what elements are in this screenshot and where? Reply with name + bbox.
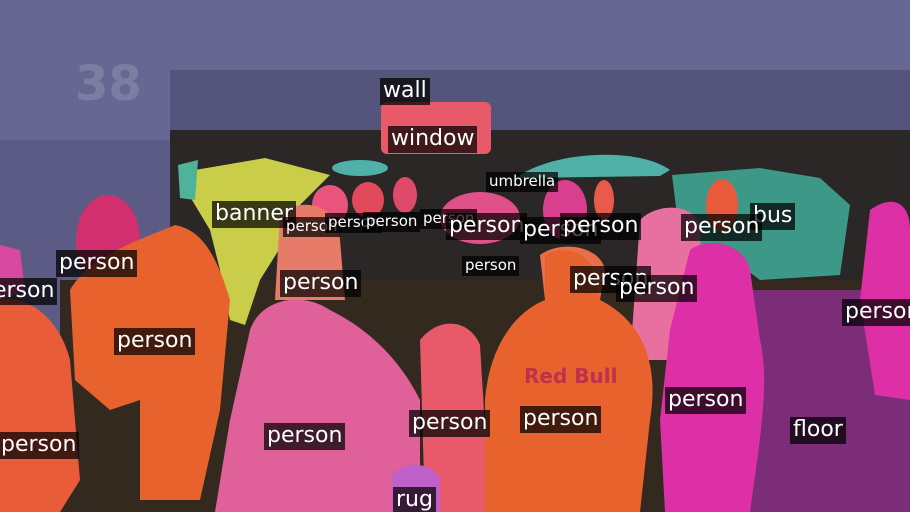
label-person: person xyxy=(446,213,528,240)
person-bg-3 xyxy=(393,177,417,213)
label-person: person xyxy=(560,213,642,240)
label-person: person xyxy=(681,214,763,241)
label-person: person xyxy=(0,432,80,459)
label-window: window xyxy=(388,126,478,153)
label-person: person xyxy=(264,423,346,450)
teal-blob xyxy=(332,160,388,176)
label-person: person xyxy=(114,328,196,355)
label-person: person xyxy=(665,387,747,414)
shirt-logo-text: Red Bull xyxy=(524,364,617,388)
label-wall: wall xyxy=(380,78,430,105)
label-person: person xyxy=(616,275,698,302)
label-rug: rug xyxy=(393,487,436,512)
garage-number-text: 38 xyxy=(75,56,142,112)
label-umbrella: umbrella xyxy=(486,172,559,192)
label-person: person xyxy=(409,410,491,437)
label-person: person xyxy=(56,250,138,277)
segmentation-view: 38 Red Bull wall window umbrella banner … xyxy=(0,0,910,512)
garage-frame xyxy=(170,70,910,130)
left-teal-blob xyxy=(178,160,198,200)
label-person: person xyxy=(280,270,362,297)
label-person: person xyxy=(462,256,520,276)
label-person: person xyxy=(363,212,421,232)
label-person: person xyxy=(520,406,602,433)
label-floor: floor xyxy=(790,417,846,444)
label-person: person xyxy=(842,299,910,326)
label-person: person xyxy=(0,278,58,305)
